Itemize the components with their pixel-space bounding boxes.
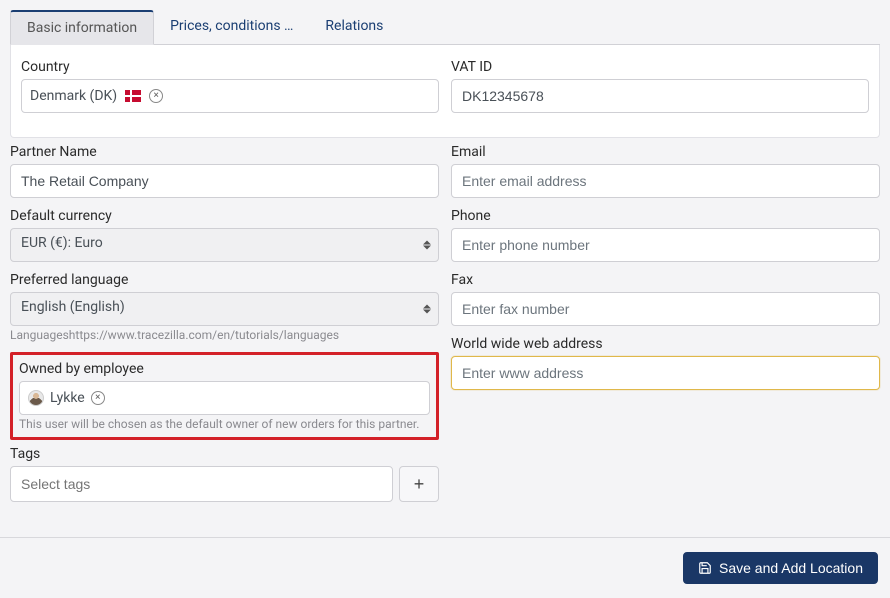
fax-label: Fax [451, 272, 880, 288]
save-icon [698, 561, 712, 575]
tab-basic-information[interactable]: Basic information [10, 10, 154, 45]
currency-label: Default currency [10, 208, 439, 224]
vat-label: VAT ID [451, 59, 869, 75]
email-label: Email [451, 144, 880, 160]
language-select[interactable]: English (English) [10, 292, 439, 326]
owner-highlight: Owned by employee Lykke × This user will… [10, 352, 439, 440]
country-label: Country [21, 59, 439, 75]
tabs: Basic information Prices, conditions … R… [10, 10, 880, 45]
email-input[interactable] [451, 164, 880, 198]
form-page: Basic information Prices, conditions … R… [0, 0, 890, 522]
partner-input[interactable] [10, 164, 439, 198]
tab-prices-conditions[interactable]: Prices, conditions … [154, 10, 309, 44]
panel-basic: Country Denmark (DK) × VAT ID [10, 45, 880, 138]
phone-input[interactable] [451, 228, 880, 262]
add-tag-button[interactable]: + [399, 466, 439, 502]
owner-helper: This user will be chosen as the default … [19, 417, 430, 431]
language-helper: Languageshttps://www.tracezilla.com/en/t… [10, 328, 439, 342]
language-label: Preferred language [10, 272, 439, 288]
currency-select[interactable]: EUR (€): Euro [10, 228, 439, 262]
owner-clear-icon[interactable]: × [91, 391, 105, 405]
www-input[interactable] [451, 356, 880, 390]
denmark-flag-icon [125, 90, 141, 102]
owner-label: Owned by employee [19, 361, 430, 377]
tags-label: Tags [10, 446, 439, 462]
plus-icon: + [414, 474, 425, 495]
vat-input[interactable] [451, 79, 869, 113]
www-label: World wide web address [451, 336, 880, 352]
footer: Save and Add Location [0, 537, 890, 598]
form-body: Partner Name Default currency EUR (€): E… [10, 144, 880, 512]
owner-value: Lykke [50, 390, 85, 406]
phone-label: Phone [451, 208, 880, 224]
save-add-location-button[interactable]: Save and Add Location [683, 552, 878, 584]
avatar-icon [28, 390, 44, 406]
country-input[interactable]: Denmark (DK) × [21, 79, 439, 113]
tags-input[interactable] [10, 466, 393, 502]
owner-input[interactable]: Lykke × [19, 381, 430, 415]
tab-relations[interactable]: Relations [309, 10, 399, 44]
save-button-label: Save and Add Location [719, 560, 863, 576]
partner-label: Partner Name [10, 144, 439, 160]
country-clear-icon[interactable]: × [149, 89, 163, 103]
country-value: Denmark (DK) [30, 88, 117, 104]
fax-input[interactable] [451, 292, 880, 326]
